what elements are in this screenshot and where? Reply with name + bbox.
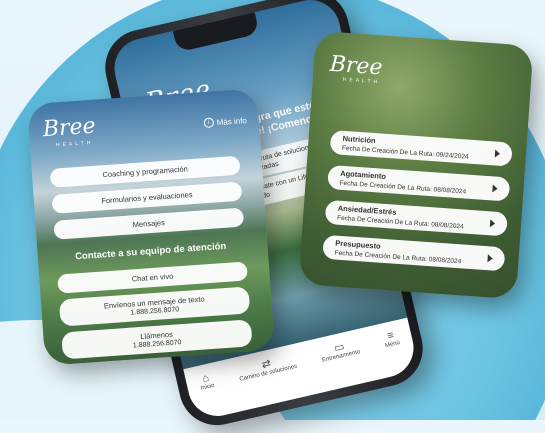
chevron-right-icon: [487, 254, 493, 263]
route-item[interactable]: Ansiedad/Estrés Fecha De Creación De La …: [324, 199, 508, 237]
more-info-link[interactable]: i Más info: [203, 115, 248, 129]
chevron-right-icon: [489, 219, 496, 228]
phone-notch: [172, 12, 260, 53]
contact-label: Chat en vivo: [131, 271, 174, 284]
route-item[interactable]: Presupuesto Fecha De Creación De La Ruta…: [322, 234, 506, 272]
brand-logo: Bree: [42, 113, 97, 143]
nav-menu[interactable]: ≡ Menú: [382, 328, 401, 349]
nav-home[interactable]: ⌂ Inicio: [198, 371, 216, 392]
chevron-right-icon: [492, 184, 498, 193]
messages-button[interactable]: Mensajes: [53, 207, 245, 240]
route-item[interactable]: Nutrición Fecha De Creación De La Ruta: …: [329, 130, 513, 167]
brand-logo-sub: HEALTH: [342, 76, 381, 86]
contact-heading: Contacte a su equipo de atención: [74, 240, 227, 263]
routes-screen-card: Bree HEALTH Nutrición Fecha De Creación …: [298, 30, 534, 300]
nav-label: Inicio: [200, 382, 216, 392]
chevron-right-icon: [494, 149, 501, 158]
brand-logo: Bree: [328, 51, 384, 81]
info-icon: i: [203, 117, 214, 129]
brand-logo-sub: HEALTH: [55, 139, 94, 149]
route-item[interactable]: Agotamiento Fecha De Creación De La Ruta…: [327, 164, 511, 202]
nav-label: Menú: [384, 339, 401, 350]
contact-screen-card: Bree HEALTH i Más info Coaching y progra…: [27, 88, 275, 366]
nav-training[interactable]: ▭ Entrenamiento: [319, 337, 361, 364]
nav-solutions[interactable]: ⇄ Camino de soluciones: [236, 352, 298, 383]
more-info-label: Más info: [216, 115, 248, 127]
